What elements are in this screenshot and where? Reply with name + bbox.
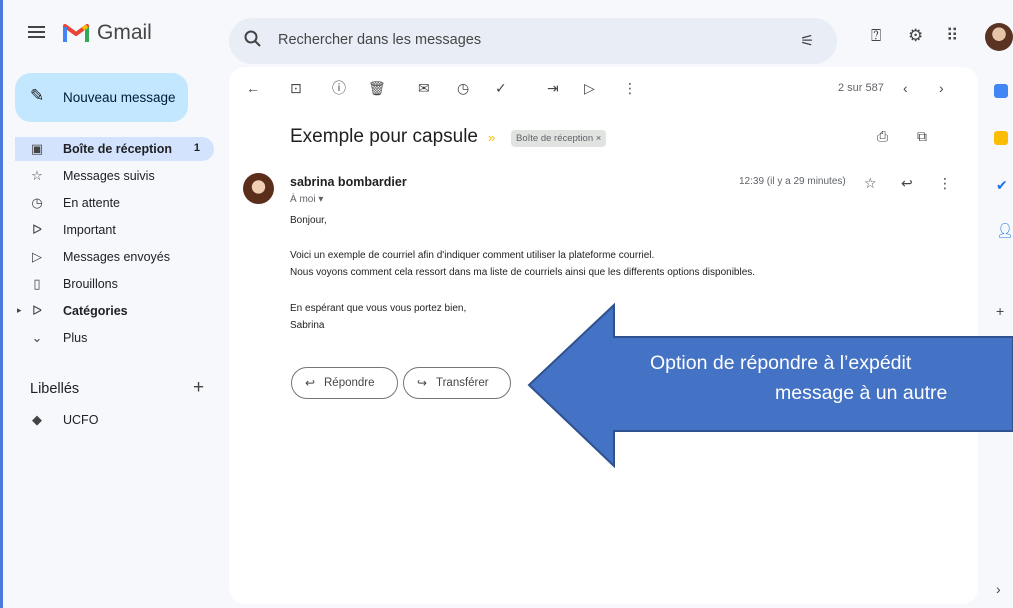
sidebar-item-label: Brouillons — [63, 277, 118, 291]
archive-icon[interactable]: ⊡ — [290, 80, 302, 96]
add-task-icon[interactable]: ✓ — [495, 80, 507, 96]
sidebar-item-label: Messages suivis — [63, 169, 155, 183]
email-body-line: En espérant que vous vous portez bien, — [290, 303, 467, 314]
inbox-label-chip[interactable]: Boîte de réception × — [511, 130, 607, 147]
sidebar-item-more[interactable]: ⌄ Plus — [15, 326, 214, 350]
annotation-line: message à un autre — [775, 382, 948, 404]
calendar-icon[interactable] — [994, 84, 1008, 98]
menu-icon[interactable] — [28, 26, 45, 38]
email-body-line: Nous voyons comment cela ressort dans ma… — [290, 267, 756, 278]
back-arrow-icon[interactable]: ← — [246, 80, 260, 96]
forward-label: Transférer — [436, 377, 489, 389]
tasks-icon[interactable]: ✔ — [996, 177, 1008, 194]
sidebar-item-sent[interactable]: ▷ Messages envoyés — [15, 245, 214, 269]
pager-count: 2 sur 587 — [838, 82, 884, 94]
keep-icon[interactable] — [994, 131, 1008, 145]
add-label-icon[interactable]: + — [193, 377, 204, 399]
sidebar-item-label: Plus — [63, 331, 88, 345]
annotation-text: Option de répondre à l’expédit message à… — [650, 348, 1013, 408]
settings-icon[interactable]: ⚙ — [908, 27, 923, 45]
top-bar: Gmail Rechercher dans les messages ⚟ ⍰ ⚙… — [0, 0, 1013, 64]
reply-icon[interactable]: ↩ — [901, 175, 913, 191]
print-icon[interactable]: ⎙ — [877, 128, 888, 144]
email-body-line: Voici un exemple de courriel afin d'indi… — [290, 250, 655, 261]
contacts-icon[interactable]: 👤︎ — [996, 222, 1013, 239]
compose-label: Nouveau message — [63, 90, 176, 105]
chevron-down-icon: ⌄ — [31, 330, 43, 345]
sidebar-item-label: En attente — [63, 196, 120, 210]
expand-panel-icon[interactable]: › — [996, 581, 1001, 597]
sidebar-label-ucfo[interactable]: ◆ UCFO — [15, 408, 214, 432]
sidebar-item-drafts[interactable]: ▯ Brouillons — [15, 272, 214, 296]
expand-arrow-icon[interactable]: ▸ — [17, 305, 22, 316]
labels-heading: Libellés — [30, 381, 80, 397]
more-options-icon[interactable]: ⋮ — [623, 80, 637, 96]
older-icon[interactable]: › — [939, 80, 944, 96]
sidebar-item-label: Important — [63, 223, 116, 237]
report-spam-icon[interactable]: ⓘ — [332, 80, 346, 96]
important-icon: ᐅ — [32, 222, 42, 237]
open-new-window-icon[interactable]: ⧉ — [917, 128, 927, 144]
sender-avatar — [243, 173, 274, 204]
move-to-icon[interactable]: ⇥ — [547, 80, 559, 96]
sidebar-item-starred[interactable]: ☆ Messages suivis — [15, 164, 214, 188]
label-icon: ◆ — [32, 412, 42, 427]
sidebar-item-label: Boîte de réception — [63, 142, 173, 156]
email-body-line: Sabrina — [290, 320, 325, 331]
apps-grid-icon[interactable]: ⠿ — [946, 27, 958, 45]
sidebar-item-inbox[interactable]: ▣ Boîte de réception 1 — [15, 137, 214, 161]
label-outline-icon: ᐅ — [32, 303, 42, 318]
compose-button[interactable]: ✎ Nouveau message — [15, 73, 188, 122]
email-timestamp: 12:39 (il y a 29 minutes) — [739, 176, 846, 187]
message-panel: ← ⊡ ⓘ 🗑︎ ✉ ◷ ✓ ⇥ ▷ ⋮ 2 sur 587 ‹ › Exemp… — [229, 67, 978, 604]
reply-label: Répondre — [324, 377, 375, 389]
search-icon[interactable] — [243, 29, 263, 49]
account-avatar[interactable] — [985, 23, 1013, 51]
sidebar-item-label: Catégories — [63, 304, 128, 318]
search-bar[interactable]: Rechercher dans les messages ⚟ — [229, 18, 837, 64]
recipient-details[interactable]: À moi ▾ — [290, 194, 323, 205]
inbox-icon: ▣ — [30, 141, 44, 156]
star-icon: ☆ — [31, 168, 43, 183]
add-addon-icon[interactable]: + — [996, 303, 1004, 319]
label-as-icon[interactable]: ▷ — [584, 80, 595, 96]
snooze-icon[interactable]: ◷ — [457, 80, 469, 96]
sidebar-item-label: UCFO — [63, 413, 99, 427]
draft-icon: ▯ — [33, 276, 41, 291]
sidebar-item-snoozed[interactable]: ◷ En attente — [15, 191, 214, 215]
reply-icon: ↩ — [305, 376, 316, 390]
reply-button[interactable]: ↩ Répondre — [291, 367, 398, 399]
gmail-logo-icon — [63, 24, 89, 42]
sidebar-item-important[interactable]: ᐅ Important — [15, 218, 214, 242]
pencil-icon: ✎ — [30, 86, 45, 105]
more-options-icon[interactable]: ⋮ — [938, 175, 952, 191]
mark-unread-icon[interactable]: ✉ — [418, 80, 430, 96]
forward-button[interactable]: ↪ Transférer — [403, 367, 511, 399]
send-icon: ▷ — [32, 249, 42, 264]
importance-marker-icon[interactable]: » — [488, 130, 495, 145]
annotation-line: Option de répondre à l’expédit — [650, 352, 912, 374]
search-placeholder[interactable]: Rechercher dans les messages — [278, 32, 481, 48]
sidebar-item-categories[interactable]: ▸ ᐅ Catégories — [15, 299, 214, 323]
help-icon[interactable]: ⍰ — [871, 27, 881, 45]
forward-icon: ↪ — [417, 376, 428, 390]
star-icon[interactable]: ☆ — [864, 175, 877, 191]
delete-icon[interactable]: 🗑︎ — [368, 80, 386, 96]
email-body-line: Bonjour, — [290, 215, 327, 226]
newer-icon[interactable]: ‹ — [903, 80, 908, 96]
window-edge — [0, 0, 3, 608]
sidebar-item-label: Messages envoyés — [63, 250, 171, 264]
clock-icon: ◷ — [31, 195, 43, 210]
unread-count: 1 — [193, 142, 200, 154]
sender-name: sabrina bombardier — [290, 175, 407, 189]
search-options-icon[interactable]: ⚟ — [800, 31, 814, 51]
gmail-brand: Gmail — [97, 21, 152, 44]
email-subject: Exemple pour capsule — [290, 126, 478, 147]
